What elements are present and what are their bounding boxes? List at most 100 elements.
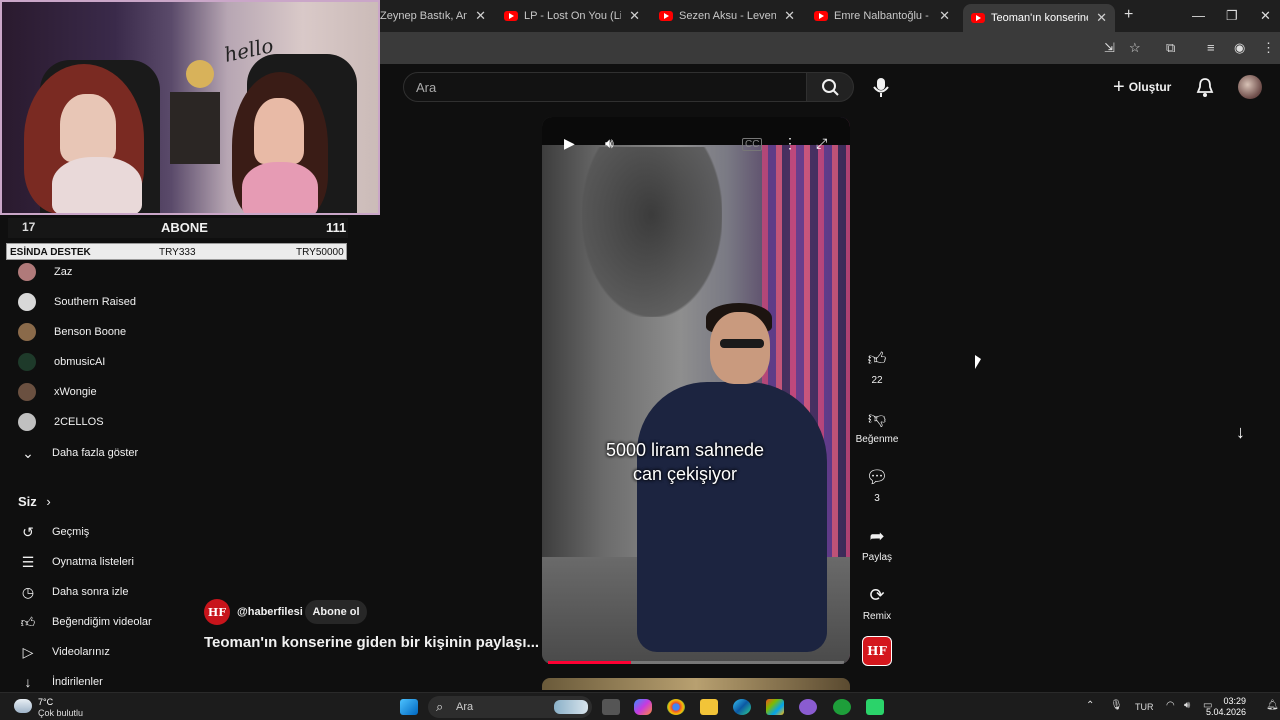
subscribe-button[interactable]: Abone ol [305, 600, 367, 624]
profile-icon[interactable]: ◉ [1234, 40, 1245, 56]
voice-search-button[interactable] [866, 72, 896, 102]
clock-date: 5.04.2026 [1205, 707, 1246, 717]
search-icon [822, 79, 839, 96]
clock-time: 03:29 [1223, 696, 1246, 706]
close-tab-icon[interactable]: ✕ [939, 8, 950, 24]
plus-icon: + [1113, 75, 1125, 98]
captions-icon[interactable]: CC [742, 138, 763, 151]
subscription-label: Zaz [54, 266, 73, 278]
search-input[interactable]: Ara [403, 72, 807, 102]
next-short-thumbnail[interactable] [542, 678, 850, 690]
remix-button[interactable]: ⟳ Remix [856, 583, 898, 622]
wifi-icon[interactable]: ◠ [1166, 700, 1175, 711]
extensions-icon[interactable]: ⧉ [1166, 40, 1175, 56]
close-window-icon[interactable]: ✕ [1260, 8, 1271, 24]
channel-avatar [18, 383, 36, 401]
search-button[interactable] [806, 72, 854, 102]
sub-count-left: 17 [22, 220, 36, 234]
browser-tab[interactable]: LP - Lost On You (Live) - YouTube ✕ [496, 4, 648, 28]
install-app-icon[interactable]: ⇲ [1104, 40, 1115, 56]
caption-line-2: can çekişiyor [632, 464, 738, 484]
task-view-icon[interactable] [602, 699, 620, 715]
language-indicator[interactable]: TUR [1135, 702, 1154, 712]
maximize-icon[interactable]: ❐ [1226, 8, 1238, 24]
notification-center-icon[interactable]: 🔔︎ [1266, 700, 1279, 711]
sidebar-item-history[interactable]: ↺ Geçmiş [14, 521, 89, 543]
subscription-item[interactable]: Zaz [14, 261, 72, 283]
browser-tab[interactable]: Zeynep Bastık, Anıl Piyancı ✕ [372, 4, 494, 28]
browser-tab[interactable]: Emre Nalbantoğlu - Hane ✕ [806, 4, 958, 28]
dislike-button[interactable]: 👎︎ Beğenme [852, 406, 902, 445]
like-button[interactable]: 👍︎ 22 [856, 347, 898, 386]
store-icon[interactable] [766, 699, 784, 715]
close-tab-icon[interactable]: ✕ [1096, 10, 1107, 26]
sidebar-item-watch-later[interactable]: ◷ Daha sonra izle [14, 581, 129, 603]
video-title[interactable]: Teoman'ın konserine giden bir kişinin pa… [204, 634, 539, 651]
app-icon[interactable] [799, 699, 817, 715]
close-tab-icon[interactable]: ✕ [784, 8, 795, 24]
more-options-icon[interactable]: ⋮ [783, 135, 797, 152]
share-button[interactable]: ➦ Paylaş [856, 524, 898, 563]
new-tab-button[interactable]: + [1124, 6, 1133, 24]
chrome-icon[interactable] [667, 699, 685, 715]
sidebar-item-downloads[interactable]: ↓ İndirilenler [14, 671, 103, 693]
sidebar-item-playlists[interactable]: ☰ Oynatma listeleri [14, 551, 134, 573]
subscription-item[interactable]: Southern Raised [14, 291, 136, 313]
subscription-item[interactable]: obmusicAI [14, 351, 105, 373]
subscription-item[interactable]: 2CELLOS [14, 411, 104, 433]
whatsapp-icon[interactable] [866, 699, 884, 715]
account-avatar[interactable] [1238, 75, 1262, 99]
sidebar-item-liked-videos[interactable]: 👍︎ Beğendiğim videolar [14, 611, 152, 633]
subscription-item[interactable]: Benson Boone [14, 321, 126, 343]
youtube-favicon-icon [814, 11, 828, 21]
video-progress-bar[interactable] [548, 661, 844, 664]
channel-avatar[interactable]: HF [204, 599, 230, 625]
comment-count: 3 [874, 493, 880, 504]
file-explorer-icon[interactable] [700, 699, 718, 715]
video-singer [637, 382, 827, 652]
volume-tray-icon[interactable]: 🔊︎ [1184, 700, 1190, 711]
fullscreen-icon[interactable]: ⤢ [816, 135, 827, 152]
play-icon[interactable]: ▶ [564, 135, 575, 152]
weather-cloud-icon [14, 699, 32, 713]
browser-tab-active[interactable]: Teoman'ın konserine giden ✕ [963, 4, 1115, 32]
comments-button[interactable]: 💬︎ 3 [856, 465, 898, 504]
sidebar-item-your-videos[interactable]: ▷ Videolarınız [14, 641, 110, 663]
tray-chevron-up-icon[interactable]: ⌃ [1086, 700, 1094, 711]
browser-tab[interactable]: Sezen Aksu - Levent Yüksel ✕ [651, 4, 803, 28]
notifications-button[interactable] [1195, 76, 1215, 103]
copilot-icon[interactable] [634, 699, 652, 715]
weather-desc[interactable]: Çok bulutlu [38, 708, 83, 718]
weather-temp[interactable]: 7°C [38, 697, 53, 707]
channel-logo-button[interactable]: HF [862, 636, 892, 666]
next-video-arrow-icon[interactable]: ↓ [1236, 422, 1245, 443]
minimize-icon[interactable]: — [1192, 8, 1205, 23]
you-section-header[interactable]: Siz › [18, 494, 51, 509]
create-button[interactable]: + Oluştur [1113, 76, 1171, 98]
media-control-icon[interactable]: ≡ [1207, 40, 1215, 55]
browser-menu-icon[interactable]: ⋮ [1262, 40, 1275, 56]
video-background-screen [582, 147, 722, 317]
taskbar-search-placeholder: Ara [456, 701, 474, 713]
youtube-favicon-icon [971, 13, 985, 23]
volume-icon[interactable]: 🔊︎ [605, 135, 614, 152]
sidebar-item-label: Videolarınız [52, 646, 110, 658]
close-tab-icon[interactable]: ✕ [475, 8, 486, 24]
video-top-bar [542, 117, 850, 145]
show-more-button[interactable]: ⌄ Daha fazla göster [14, 442, 138, 464]
microphone-tray-icon[interactable]: 🎙︎ [1110, 700, 1123, 711]
channel-handle[interactable]: @haberfilesi [237, 606, 303, 618]
close-tab-icon[interactable]: ✕ [629, 8, 640, 24]
bookmark-star-icon[interactable]: ☆ [1129, 40, 1141, 56]
xbox-icon[interactable] [833, 699, 851, 715]
edge-icon[interactable] [733, 699, 751, 715]
taskbar-clock[interactable]: 03:29 5.04.2026 [1196, 696, 1246, 718]
subscription-item[interactable]: xWongie [14, 381, 97, 403]
remix-icon: ⟳ [869, 585, 885, 605]
tab-title: Zeynep Bastık, Anıl Piyancı [380, 10, 468, 22]
tab-title: Emre Nalbantoğlu - Hane [834, 10, 931, 22]
clock-icon: ◷ [21, 583, 35, 600]
start-icon[interactable] [400, 699, 418, 715]
taskbar-search[interactable]: ⌕ Ara [428, 696, 592, 718]
shorts-video-player[interactable] [542, 117, 850, 664]
